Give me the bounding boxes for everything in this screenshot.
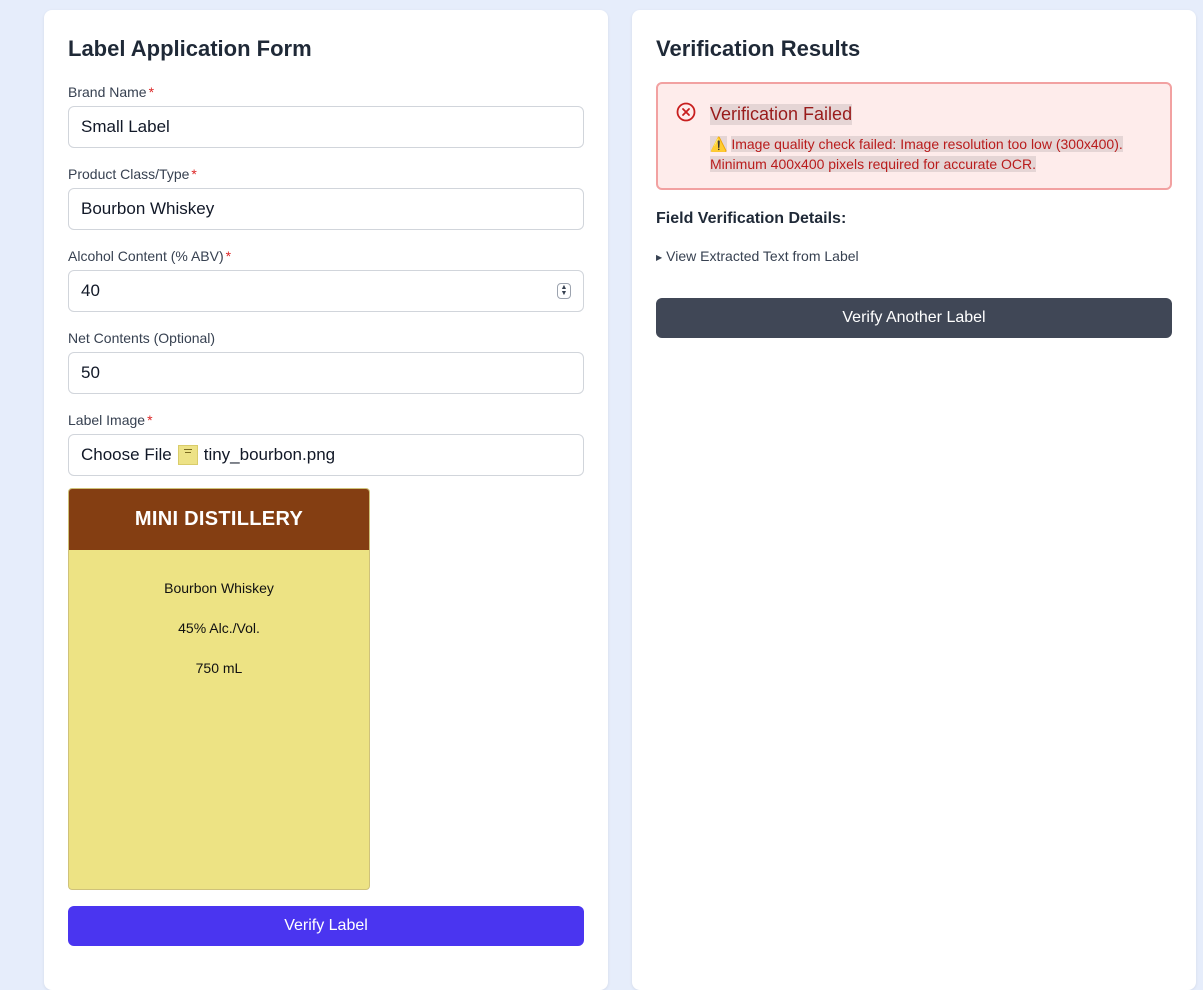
preview-alcohol-content: 45% Alc./Vol.	[178, 620, 260, 636]
net-contents-label: Net Contents (Optional)	[68, 330, 216, 346]
disclosure-triangle-icon: ▶	[656, 253, 663, 262]
alert-title: Verification Failed	[710, 104, 853, 125]
label-application-form: Label Application Form Brand Name * Small…	[44, 10, 608, 990]
extracted-text-toggle[interactable]: ▶ View Extracted Text from Label	[656, 248, 859, 264]
field-verification-heading: Field Verification Details:	[656, 210, 847, 227]
required-marker: *	[148, 84, 155, 100]
verification-results-panel: Verification Results Verification Failed…	[632, 10, 1196, 990]
product-class-input[interactable]: Bourbon Whiskey	[68, 188, 584, 230]
required-marker: *	[191, 166, 197, 182]
net-contents-input[interactable]: 50	[68, 352, 584, 394]
label-image-file-input[interactable]: Choose File tiny_bourbon.png	[68, 434, 584, 476]
verify-label-button[interactable]: Verify Label	[68, 906, 584, 946]
alert-message: ⚠️ Image quality check failed: Image res…	[710, 136, 1123, 172]
alcohol-content-input[interactable]: 40 ▲ ▼	[68, 270, 584, 312]
selected-filename: tiny_bourbon.png	[203, 445, 336, 464]
preview-net-contents: 750 mL	[195, 660, 243, 676]
verification-failed-alert: Verification Failed ⚠️ Image quality che…	[656, 82, 1172, 190]
results-title: Verification Results	[656, 36, 861, 61]
form-title: Label Application Form	[68, 36, 312, 61]
number-stepper-icon[interactable]: ▲ ▼	[557, 283, 571, 299]
verify-another-label-button[interactable]: Verify Another Label	[656, 298, 1172, 338]
product-class-label: Product Class/Type *	[68, 166, 197, 182]
label-image-preview: MINI DISTILLERY Bourbon Whiskey 45% Alc.…	[68, 488, 370, 890]
choose-file-button[interactable]: Choose File	[81, 435, 172, 475]
warning-icon: ⚠️	[710, 136, 728, 152]
brand-name-input[interactable]: Small Label	[68, 106, 584, 148]
brand-name-label: Brand Name *	[68, 84, 155, 100]
alcohol-content-label: Alcohol Content (% ABV) *	[68, 248, 232, 264]
required-marker: *	[225, 248, 232, 264]
preview-product-class: Bourbon Whiskey	[164, 580, 274, 596]
error-circle-icon	[676, 102, 696, 122]
file-thumbnail-icon	[177, 445, 198, 465]
required-marker: *	[147, 412, 153, 428]
preview-brand-header: MINI DISTILLERY	[69, 489, 369, 550]
label-image-label: Label Image *	[68, 412, 153, 428]
